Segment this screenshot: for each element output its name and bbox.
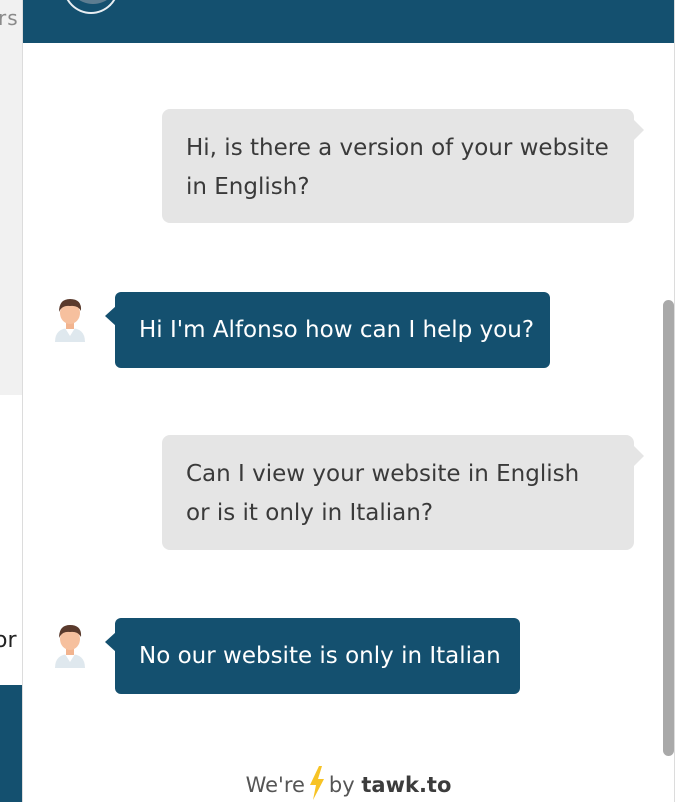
powered-by-footer[interactable]: We're by tawk.to <box>23 766 674 805</box>
visitor-message: Can I view your website in English or is… <box>162 435 644 550</box>
agent-message: Hi I'm Alfonso how can I help you? <box>105 292 550 368</box>
lightning-bolt-icon <box>309 766 325 805</box>
background-page-text-partial: or <box>0 628 17 653</box>
chat-scrollbar[interactable] <box>663 300 675 756</box>
background-page-panel <box>0 0 22 395</box>
footer-by: by <box>328 773 355 797</box>
tawk-to-brand-link[interactable]: tawk.to <box>361 773 451 797</box>
agent-avatar-icon <box>51 296 89 342</box>
footer-prefix: We're <box>245 773 305 797</box>
agent-avatar-icon <box>51 622 89 668</box>
agent-profile-avatar[interactable] <box>63 0 119 14</box>
background-page-text: rs <box>0 6 19 30</box>
chat-header <box>23 0 674 43</box>
chat-scrollbar-thumb[interactable] <box>663 300 674 756</box>
chat-widget: Hi, is there a version of your website i… <box>22 0 675 802</box>
agent-message: No our website is only in Italian <box>105 618 520 694</box>
visitor-message: Hi, is there a version of your website i… <box>162 109 644 223</box>
background-page-footer <box>0 685 22 802</box>
